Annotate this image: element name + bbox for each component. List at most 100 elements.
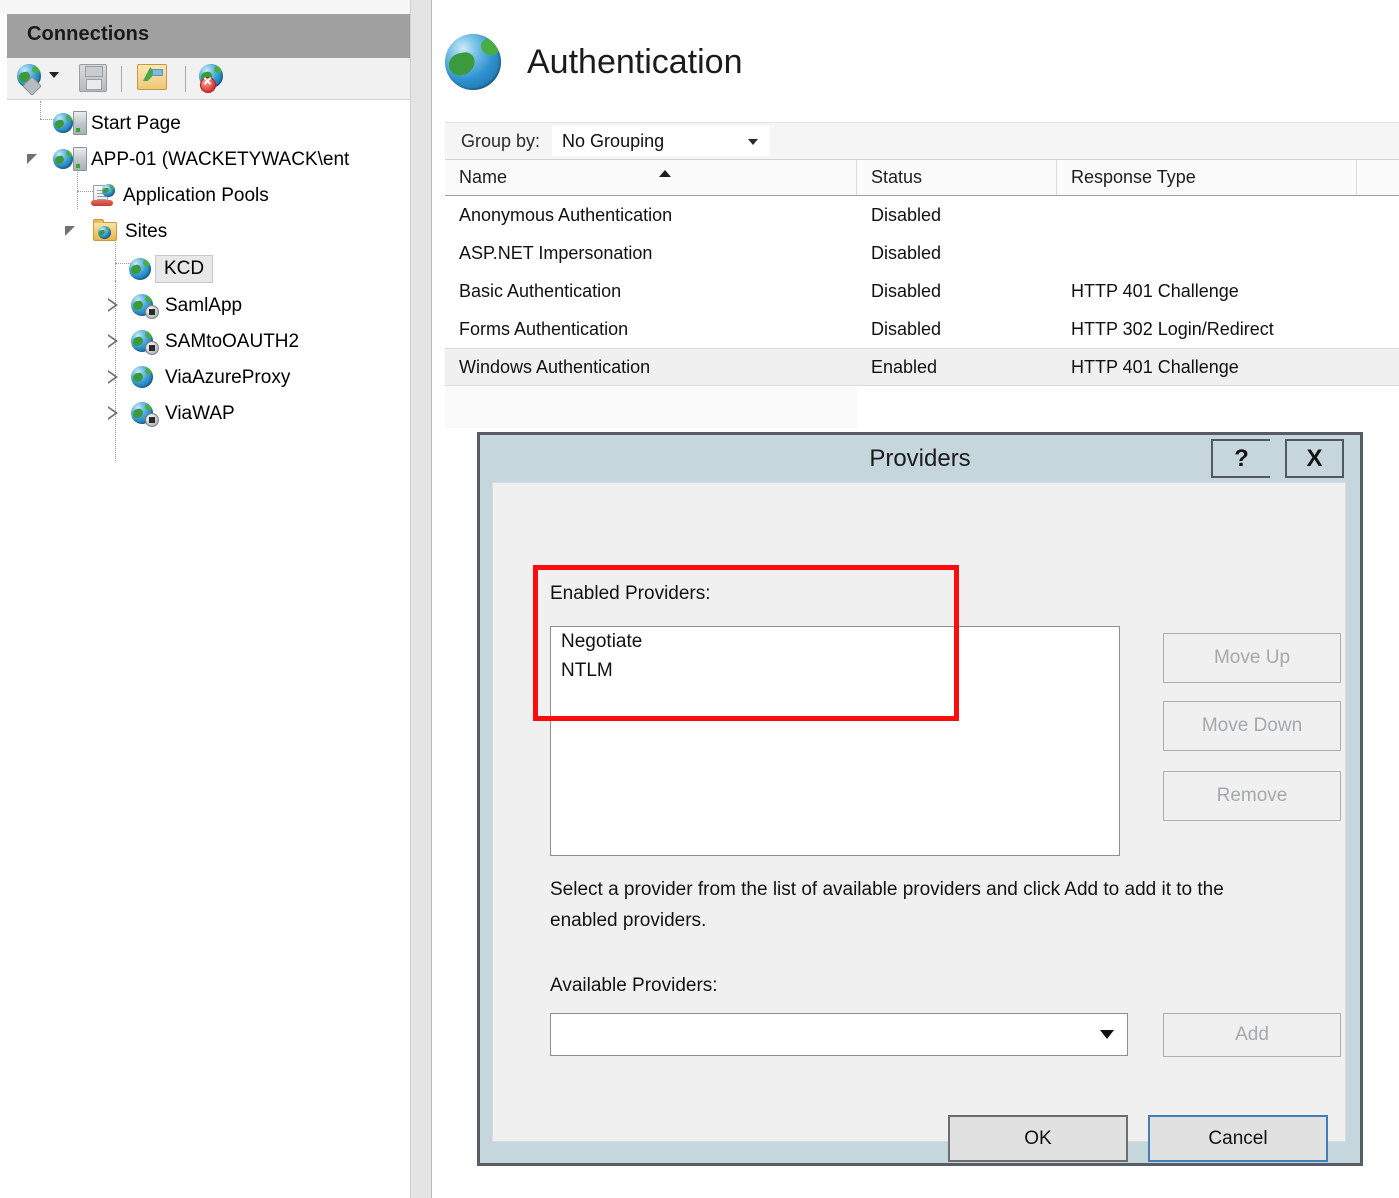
- tree-line: [40, 101, 42, 119]
- cell-response-type: [1057, 234, 1397, 272]
- cell-response-type: [1057, 196, 1397, 234]
- chevron-down-icon: [748, 139, 759, 145]
- server-globe-icon: [53, 111, 87, 135]
- help-button[interactable]: ?: [1211, 439, 1270, 478]
- cell-status: Disabled: [871, 242, 942, 263]
- sort-ascending-icon: [659, 170, 671, 177]
- chevron-collapsed-icon[interactable]: [107, 406, 119, 420]
- cell-status: Disabled: [871, 318, 942, 339]
- providers-dialog: Providers ? X Enabled Providers: Negotia…: [477, 432, 1363, 1166]
- enabled-providers-label: Enabled Providers:: [550, 583, 711, 604]
- server-globe-icon: [53, 147, 87, 171]
- tree-item-kcd[interactable]: KCD: [129, 251, 214, 287]
- chevron-expanded-icon[interactable]: [65, 224, 77, 238]
- cell-response-type: HTTP 401 Challenge: [1071, 280, 1239, 301]
- group-by-label: Group by:: [461, 130, 541, 151]
- cell-name: Forms Authentication: [459, 318, 629, 339]
- tree-item-label: SAMtoOAUTH2: [165, 330, 300, 352]
- group-by-dropdown[interactable]: No Grouping: [552, 126, 771, 156]
- cell-status: Enabled: [871, 356, 938, 377]
- authentication-grid: Name Status Response Type Anonymous Auth…: [445, 160, 1399, 428]
- tree-item-label: APP-01 (WACKETYWACK\ent: [91, 148, 350, 170]
- tree-item-sites[interactable]: Sites: [65, 213, 167, 249]
- column-header-response-type[interactable]: Response Type: [1057, 160, 1357, 195]
- cell-response-type: HTTP 302 Login/Redirect: [1071, 318, 1274, 339]
- tree-item-samlapp[interactable]: SamlApp: [107, 287, 242, 323]
- cell-name: Basic Authentication: [459, 280, 622, 301]
- column-header-name[interactable]: Name: [445, 160, 857, 195]
- table-row[interactable]: Forms Authentication Disabled HTTP 302 L…: [445, 310, 1399, 348]
- connections-pane: Connections Start Page APP-01 (WACKETYWA…: [0, 0, 410, 1198]
- connect-to-icon[interactable]: [17, 64, 42, 96]
- grid-header-row: Name Status Response Type: [445, 160, 1399, 196]
- tree-item-samtooauth2[interactable]: SAMtoOAUTH2: [107, 323, 299, 359]
- available-providers-combobox[interactable]: [550, 1013, 1128, 1056]
- tree-line: [40, 119, 54, 121]
- cell-status: Disabled: [871, 204, 942, 225]
- tree-item-viaazureproxy[interactable]: ViaAzureProxy: [107, 359, 290, 395]
- add-button[interactable]: Add: [1163, 1013, 1341, 1057]
- dialog-body: Enabled Providers: Negotiate NTLM Move U…: [492, 482, 1346, 1162]
- tree-item-label: KCD: [155, 254, 214, 283]
- tree-item-label: Sites: [125, 220, 168, 242]
- dialog-title-bar[interactable]: Providers ? X: [480, 435, 1360, 482]
- ok-button[interactable]: OK: [948, 1115, 1128, 1162]
- table-row[interactable]: ASP.NET Impersonation Disabled: [445, 234, 1399, 272]
- cell-response-type: HTTP 401 Challenge: [1071, 356, 1239, 377]
- page-title-row: Authentication: [445, 30, 743, 94]
- group-by-value: No Grouping: [562, 130, 665, 151]
- remove-button[interactable]: Remove: [1163, 771, 1341, 821]
- group-by-bar: Group by: No Grouping: [445, 122, 1399, 160]
- tree-item-label: ViaWAP: [165, 402, 235, 424]
- save-connections-icon[interactable]: [79, 64, 107, 92]
- chevron-down-icon: [1100, 1030, 1114, 1039]
- table-row[interactable]: Anonymous Authentication Disabled: [445, 196, 1399, 234]
- cancel-button[interactable]: Cancel: [1148, 1115, 1328, 1162]
- connections-pane-header: Connections: [7, 14, 410, 58]
- page-title: Authentication: [527, 43, 743, 81]
- close-button[interactable]: X: [1285, 439, 1344, 478]
- tree-item-app-01[interactable]: APP-01 (WACKETYWACK\ent: [27, 141, 349, 177]
- chevron-collapsed-icon[interactable]: [107, 298, 119, 312]
- list-item[interactable]: Negotiate: [551, 627, 1119, 656]
- grid-empty-area: [445, 386, 1399, 428]
- site-globe-icon: [129, 257, 153, 281]
- tree-item-label: SamlApp: [165, 294, 243, 316]
- table-row-selected[interactable]: Windows Authentication Enabled HTTP 401 …: [445, 348, 1399, 386]
- enabled-providers-listbox[interactable]: Negotiate NTLM: [550, 626, 1120, 856]
- site-globe-stopped-icon: [131, 293, 159, 319]
- table-row[interactable]: Basic Authentication Disabled HTTP 401 C…: [445, 272, 1399, 310]
- chevron-collapsed-icon[interactable]: [107, 370, 119, 384]
- application-pools-icon: [91, 184, 115, 206]
- move-down-button[interactable]: Move Down: [1163, 701, 1341, 751]
- chevron-expanded-icon[interactable]: [27, 152, 39, 166]
- site-globe-icon: [131, 365, 157, 389]
- chevron-collapsed-icon[interactable]: [107, 334, 119, 348]
- connections-toolbar: [7, 58, 410, 100]
- cell-name: ASP.NET Impersonation: [459, 242, 653, 263]
- tree-item-viawap[interactable]: ViaWAP: [107, 395, 235, 431]
- cell-name: Windows Authentication: [459, 356, 651, 377]
- tree-item-application-pools[interactable]: Application Pools: [91, 177, 269, 213]
- available-providers-label: Available Providers:: [550, 975, 718, 996]
- site-globe-stopped-icon: [131, 329, 159, 355]
- globe-icon: [445, 34, 501, 90]
- cell-name: Anonymous Authentication: [459, 204, 673, 225]
- pane-splitter[interactable]: [410, 0, 432, 1198]
- disconnect-icon[interactable]: [199, 64, 223, 93]
- tree-item-label: Start Page: [91, 112, 181, 134]
- tree-item-label: Application Pools: [123, 184, 269, 206]
- chevron-down-icon[interactable]: [49, 72, 59, 78]
- pane-top-strip: [0, 0, 410, 14]
- column-header-spacer: [1357, 160, 1399, 195]
- list-item[interactable]: NTLM: [551, 656, 1119, 685]
- column-header-status[interactable]: Status: [857, 160, 1057, 195]
- move-up-button[interactable]: Move Up: [1163, 633, 1341, 683]
- tree-item-start-page[interactable]: Start Page: [53, 105, 181, 141]
- hint-text: Select a provider from the list of avail…: [550, 879, 1224, 931]
- connections-title: Connections: [27, 23, 150, 45]
- cell-status: Disabled: [871, 280, 942, 301]
- connections-tree[interactable]: Start Page APP-01 (WACKETYWACK\ent Appli…: [7, 101, 410, 1198]
- connect-to-site-icon[interactable]: [137, 64, 167, 90]
- tree-item-label: ViaAzureProxy: [165, 366, 291, 388]
